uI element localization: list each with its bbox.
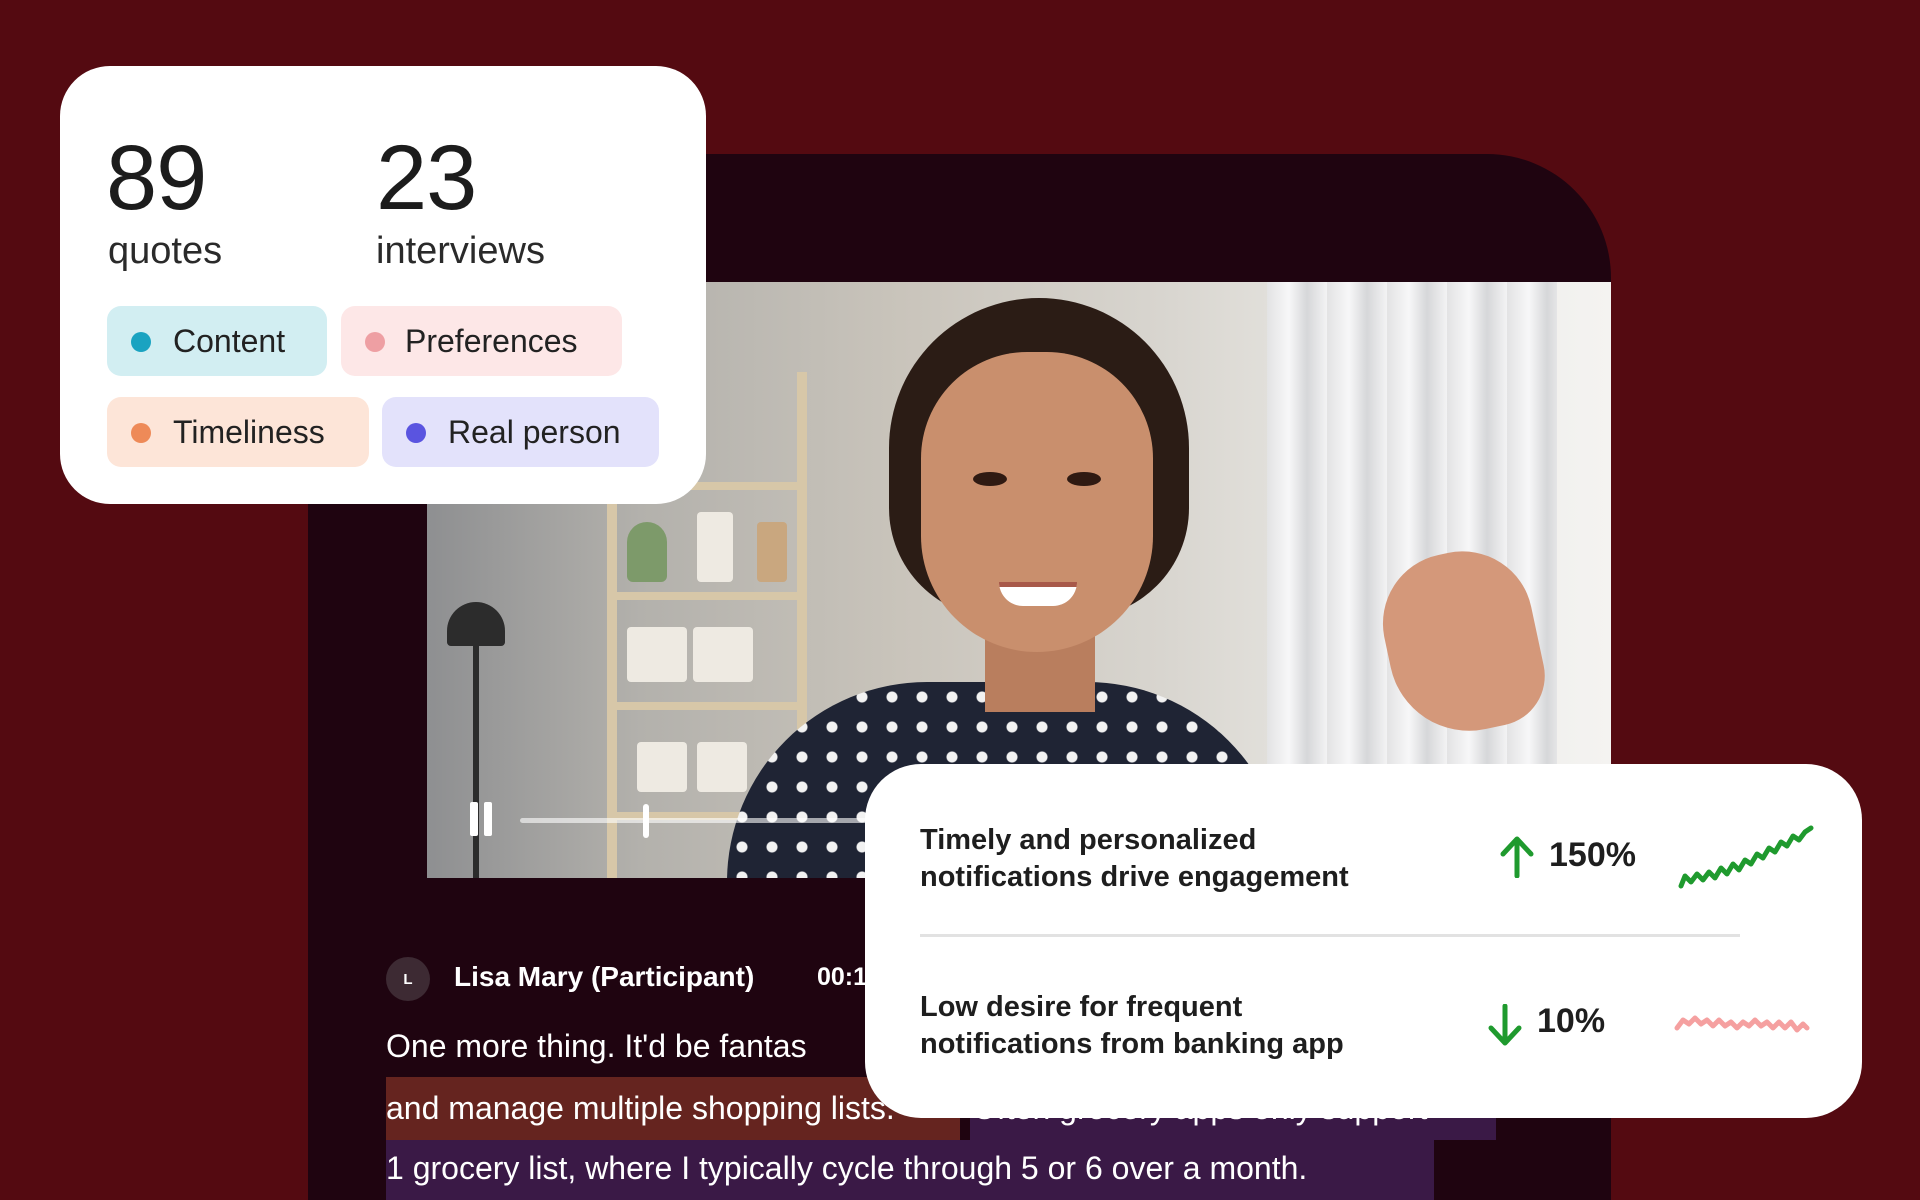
insight-title: Timely and personalized notifications dr… — [920, 824, 1349, 893]
avatar: L — [386, 957, 430, 1001]
arrow-up-icon — [1500, 836, 1534, 878]
sparkline-flat-icon — [1674, 1015, 1810, 1033]
arrow-down-icon — [1488, 1004, 1522, 1046]
sparkline-up-icon — [1678, 825, 1814, 889]
dot-icon — [365, 332, 385, 352]
progress-knob[interactable] — [643, 804, 649, 838]
dot-icon — [406, 423, 426, 443]
interviews-label: interviews — [376, 230, 545, 272]
dot-icon — [131, 332, 151, 352]
timestamp[interactable]: 00:1 — [817, 963, 867, 992]
tag-preferences[interactable]: Preferences — [341, 306, 622, 376]
divider — [920, 934, 1740, 937]
stats-card: 89 quotes 23 interviews Content Preferen… — [60, 66, 706, 504]
quotes-label: quotes — [108, 230, 223, 272]
pause-button[interactable] — [470, 802, 494, 836]
lamp — [447, 602, 505, 646]
pause-icon — [470, 802, 478, 836]
interviews-count: 23 — [376, 127, 477, 229]
insights-card: Timely and personalized notifications dr… — [865, 764, 1862, 1118]
transcript-line-3: 1 grocery list, where I typically cycle … — [386, 1150, 1308, 1186]
tag-timeliness[interactable]: Timeliness — [107, 397, 369, 467]
quotes-count: 89 — [106, 127, 207, 229]
speaker-name: Lisa Mary (Participant) — [454, 961, 755, 992]
insight-percent: 150% — [1549, 836, 1636, 874]
tag-content[interactable]: Content — [107, 306, 327, 376]
insight-percent: 10% — [1537, 1002, 1606, 1040]
dot-icon — [131, 423, 151, 443]
tag-label: Real person — [448, 413, 621, 450]
tag-label: Timeliness — [173, 413, 325, 450]
participant-face — [921, 352, 1153, 652]
tag-label: Content — [173, 322, 286, 359]
transcript-line-2-orange: and manage multiple shopping lists. — [386, 1090, 895, 1126]
insight-title: Low desire for frequent notifications fr… — [920, 991, 1344, 1060]
tag-label: Preferences — [405, 322, 578, 359]
tag-real-person[interactable]: Real person — [382, 397, 659, 467]
transcript-line-1: One more thing. It'd be fantas — [386, 1028, 807, 1064]
